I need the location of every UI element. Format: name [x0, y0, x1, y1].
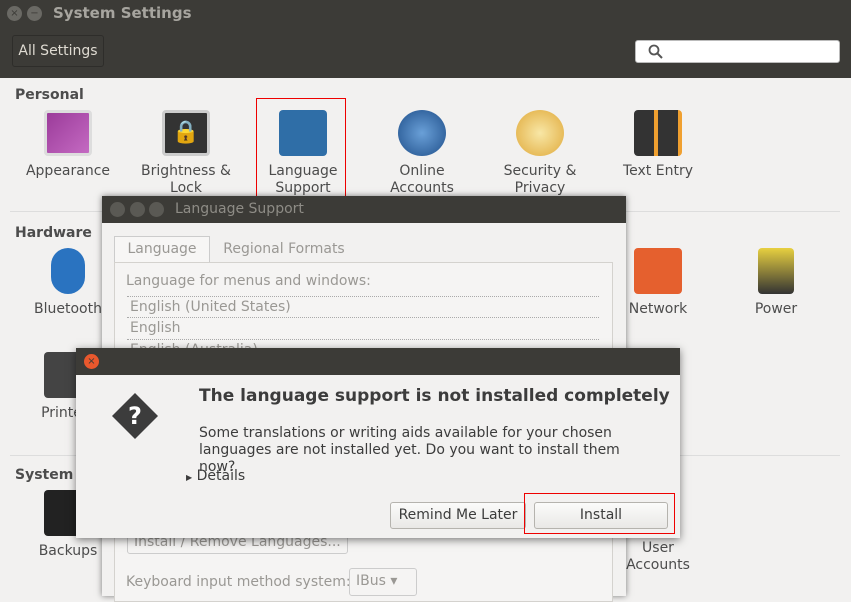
item-label: Backups	[38, 543, 98, 559]
keyboard-input-select[interactable]: IBus ▾	[349, 568, 417, 596]
section-system: System	[15, 467, 74, 483]
toolbar: All Settings	[0, 30, 851, 78]
bluetooth-icon	[51, 248, 85, 294]
item-online-accounts[interactable]: Online Accounts	[363, 110, 481, 197]
all-settings-button[interactable]: All Settings	[12, 35, 104, 67]
menus-label: Language for menus and windows:	[126, 273, 371, 289]
select-value: IBus	[356, 573, 386, 589]
svg-text:?: ?	[128, 402, 142, 430]
section-personal: Personal	[15, 87, 84, 103]
item-label: Brightness & Lock	[141, 163, 231, 196]
title-bar: ×	[76, 348, 680, 375]
item-brightness-lock[interactable]: 🔒 Brightness & Lock	[127, 110, 245, 197]
highlight-install	[524, 493, 675, 534]
language-row[interactable]: English (United States)	[127, 296, 599, 318]
item-label: Network	[628, 301, 688, 317]
item-security-privacy[interactable]: Security & Privacy	[481, 110, 599, 197]
item-label: Power	[754, 301, 798, 317]
language-row[interactable]: English	[127, 318, 599, 340]
tab-regional-formats[interactable]: Regional Formats	[210, 236, 358, 263]
item-label: Text Entry	[622, 163, 693, 179]
section-hardware: Hardware	[15, 225, 92, 241]
item-label: Security & Privacy	[503, 163, 577, 196]
window-title: System Settings	[53, 4, 192, 22]
details-label: Details	[196, 468, 246, 484]
item-label: Online Accounts	[390, 163, 454, 196]
close-icon[interactable]: ×	[84, 354, 99, 369]
appearance-icon	[44, 110, 92, 156]
chevron-down-icon: ▾	[390, 573, 398, 589]
minimize-icon[interactable]	[130, 202, 145, 217]
search-icon	[648, 44, 663, 59]
battery-icon	[758, 248, 794, 294]
lock-icon: 🔒	[162, 110, 210, 156]
item-label: User Accounts	[626, 540, 690, 573]
item-text-entry[interactable]: Text Entry	[599, 110, 717, 180]
minimize-icon[interactable]: −	[27, 6, 42, 21]
online-accounts-icon	[398, 110, 446, 156]
question-icon: ?	[112, 393, 158, 439]
window-title: Language Support	[175, 201, 304, 217]
tab-language[interactable]: Language	[114, 236, 210, 263]
expander-arrow-icon: ▶	[186, 473, 193, 482]
alert-title: The language support is not installed co…	[199, 386, 670, 406]
highlight-language-support	[256, 98, 346, 200]
security-clock-icon	[516, 110, 564, 156]
item-power[interactable]: Power	[717, 248, 835, 318]
keyboard-icon	[634, 110, 682, 156]
item-label: Appearance	[25, 163, 111, 179]
close-icon[interactable]: ×	[7, 6, 22, 21]
network-icon	[634, 248, 682, 294]
item-label: Bluetooth	[34, 301, 102, 317]
item-appearance[interactable]: Appearance	[9, 110, 127, 180]
remind-me-later-button[interactable]: Remind Me Later	[390, 502, 526, 529]
title-bar: Language Support	[102, 196, 626, 223]
title-bar: × − System Settings	[0, 0, 851, 30]
search-input[interactable]	[635, 40, 840, 63]
maximize-icon[interactable]	[149, 202, 164, 217]
details-expander[interactable]: ▶ Details	[186, 468, 245, 484]
alert-body: Some translations or writing aids availa…	[199, 425, 620, 475]
close-icon[interactable]	[110, 202, 125, 217]
